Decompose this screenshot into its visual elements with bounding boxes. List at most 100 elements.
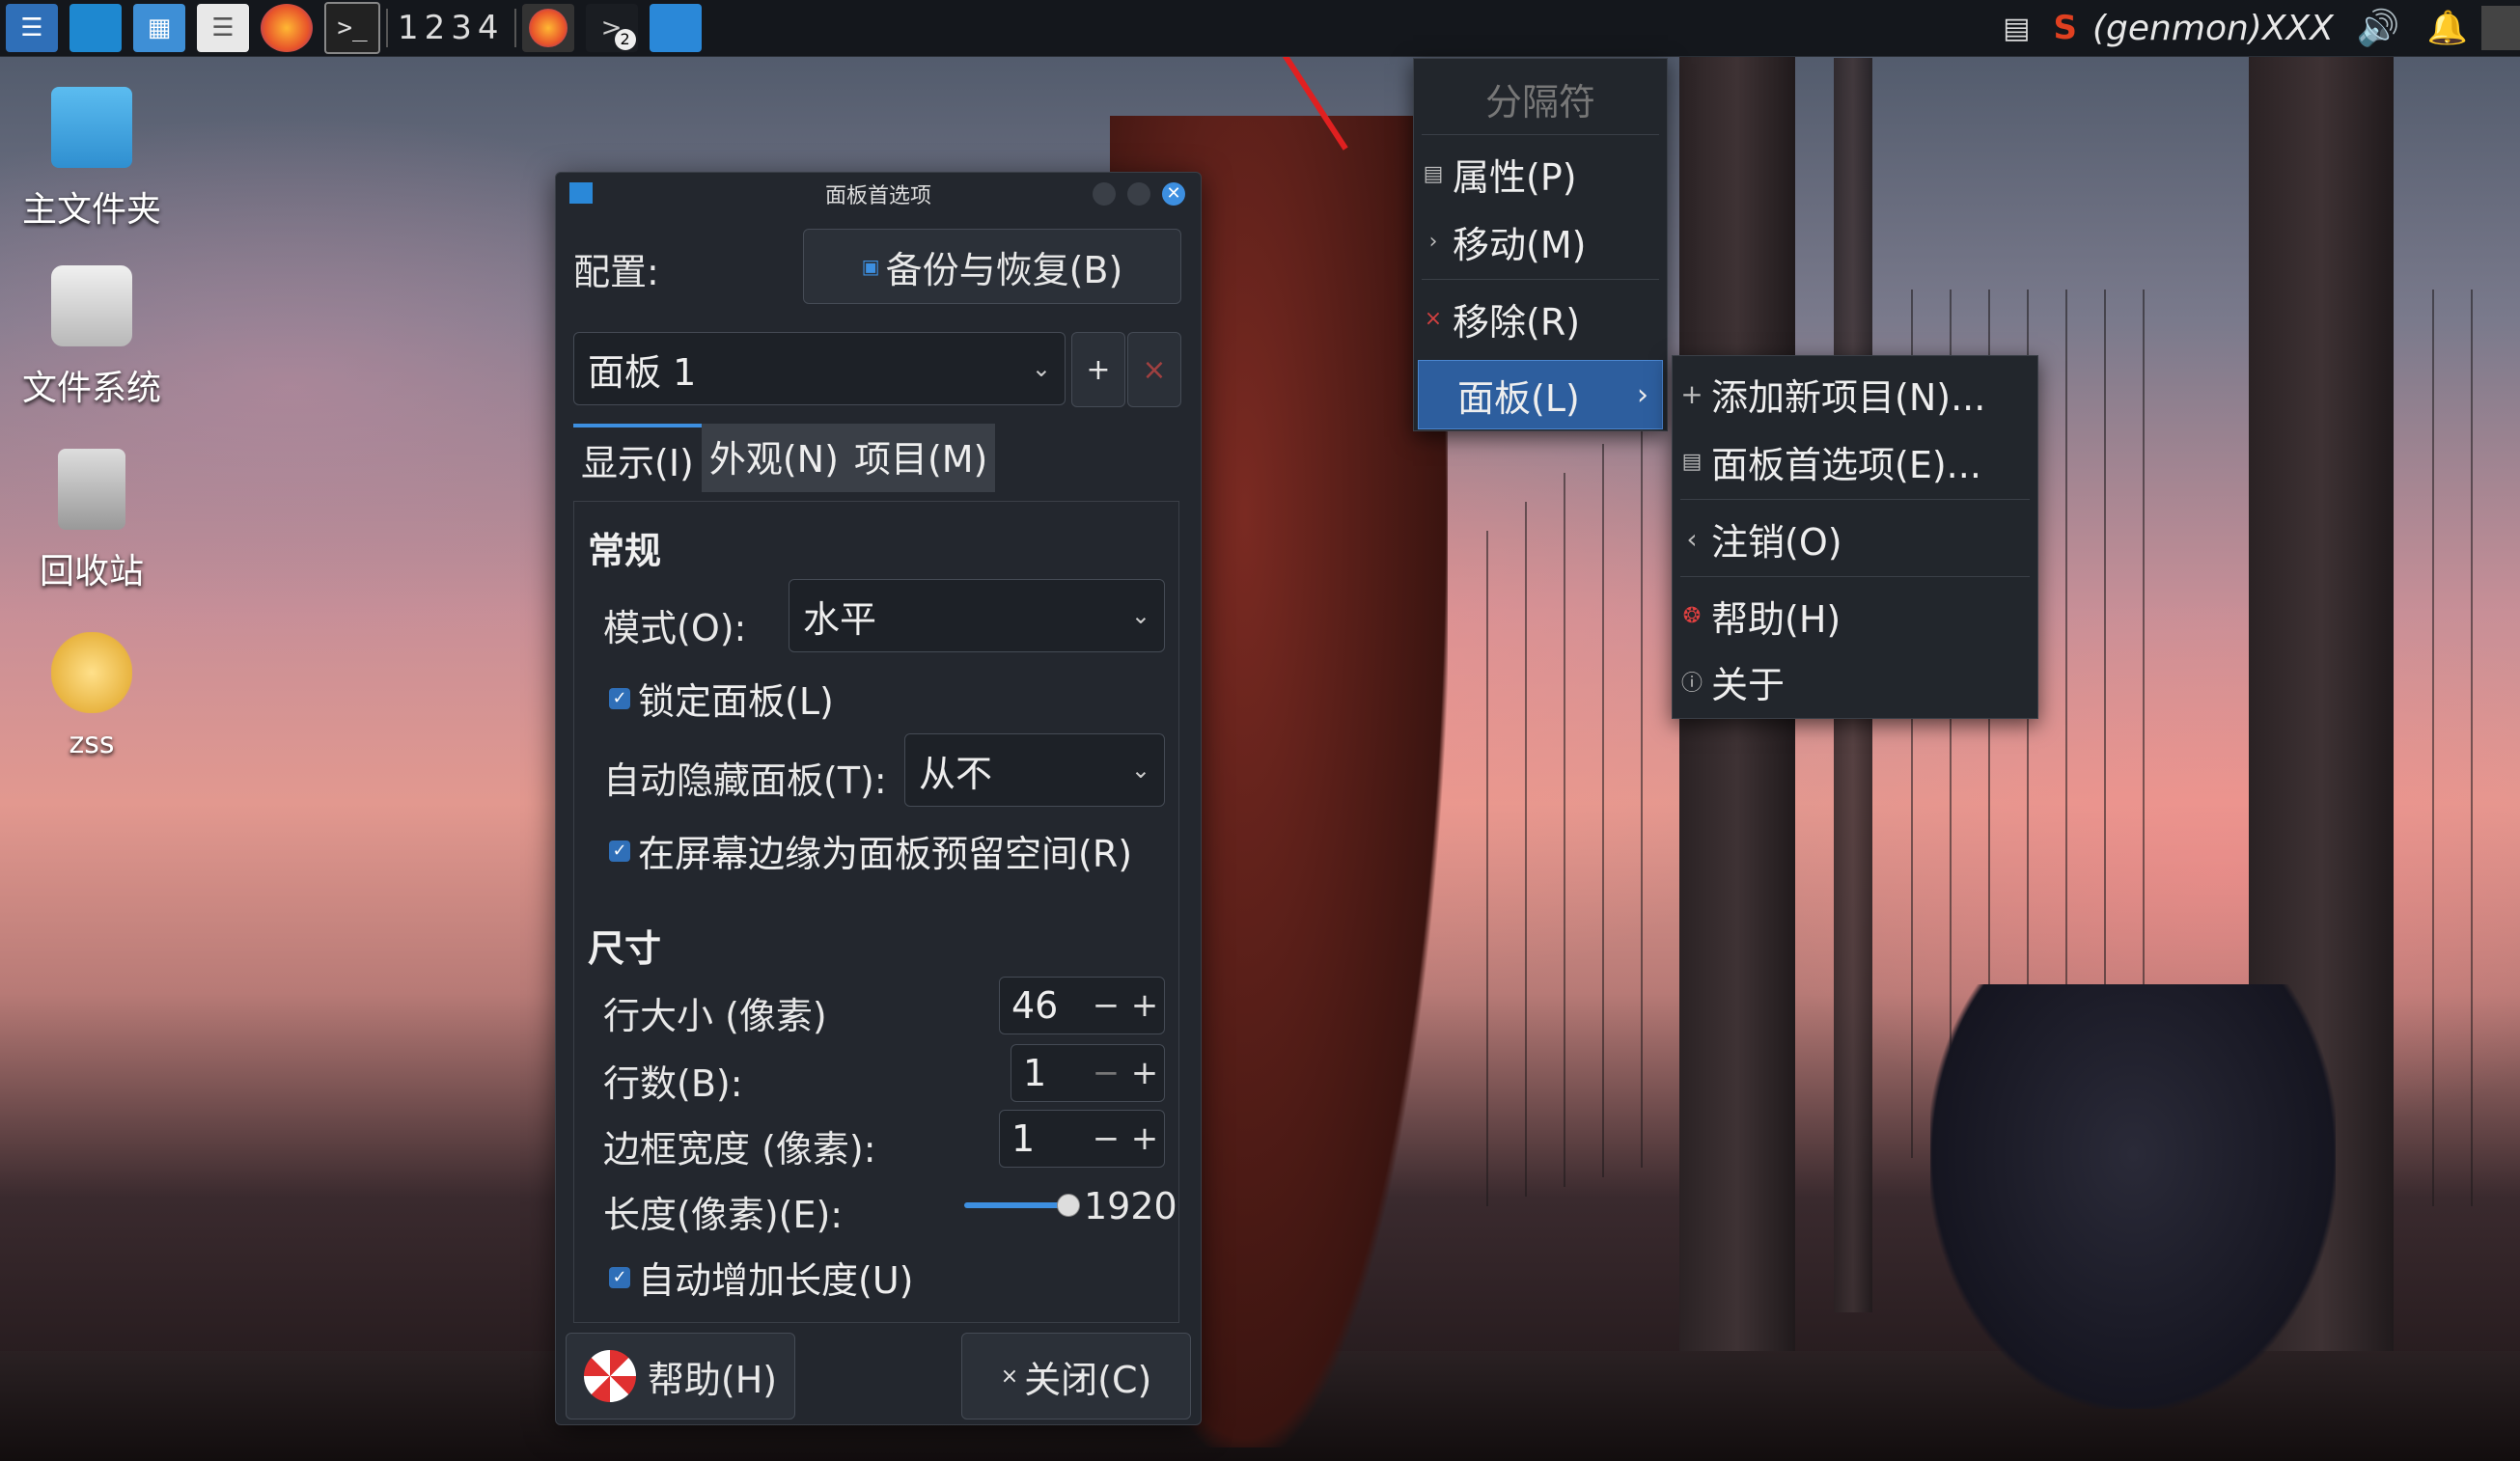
zss-launcher-icon	[51, 632, 132, 713]
trash-icon	[58, 449, 125, 530]
panel-context-menu: 分隔符 ▤ 属性(P) › 移动(M) × 移除(R) 面板(L) ›	[1413, 58, 1668, 431]
display-tab-panel: 常规 模式(O): 水平 ⌄ ✓ 锁定面板(L) 自动隐藏面板(T): 从不 ⌄…	[573, 501, 1179, 1323]
menu-item-move[interactable]: › 移动(M)	[1414, 209, 1667, 273]
autohide-select[interactable]: 从不 ⌄	[904, 733, 1165, 807]
desktop-icon-filesystem[interactable]: 文件系统	[0, 265, 183, 410]
rows-spinner[interactable]: 1 − +	[1011, 1044, 1165, 1102]
lifebuoy-icon	[583, 1350, 636, 1402]
chevron-down-icon: ⌄	[1130, 602, 1150, 629]
add-panel-button[interactable]: +	[1071, 332, 1125, 407]
panel-preferences-dialog: 面板首选项 ✕ 配置: ▣ 备份与恢复(B) 面板 1 ⌄ + × 显示(I) …	[555, 172, 1202, 1425]
submenu-item-help[interactable]: ❂ 帮助(H)	[1673, 584, 2037, 648]
preferences-icon: ▤	[1681, 449, 1703, 474]
tab-appearance[interactable]: 外观(N)	[701, 424, 846, 492]
decrement-button[interactable]: −	[1087, 1054, 1125, 1092]
maximize-button[interactable]	[1127, 182, 1150, 206]
submenu-item-about[interactable]: ⓘ 关于	[1673, 649, 2037, 713]
desktop-icon-zss[interactable]: zss	[0, 632, 183, 760]
menu-divider	[1680, 499, 2030, 500]
backup-restore-button[interactable]: ▣ 备份与恢复(B)	[803, 229, 1181, 304]
auto-length-checkbox[interactable]: ✓ 自动增加长度(U)	[609, 1251, 913, 1304]
firefox-icon[interactable]	[261, 4, 313, 52]
minimize-button[interactable]	[1093, 182, 1116, 206]
input-method-icon[interactable]: S	[2054, 9, 2078, 47]
dialog-titlebar[interactable]: 面板首选项 ✕	[556, 173, 1201, 215]
home-folder-icon	[51, 87, 132, 168]
panel-settings-task-icon[interactable]	[649, 4, 702, 52]
top-taskbar: ☰ ▦ ☰ >_ 1234 >2 ▤ S (genmon)XXX 🔊 🔔	[0, 0, 2520, 57]
close-button[interactable]: × 关闭(C)	[961, 1333, 1191, 1420]
reserve-space-checkbox[interactable]: ✓ 在屏幕边缘为面板预留空间(R)	[609, 824, 1132, 877]
terminal-task-icon[interactable]: >2	[585, 4, 638, 52]
section-size-heading: 尺寸	[588, 927, 662, 970]
menu-divider	[1680, 576, 2030, 577]
mode-label: 模式(O):	[603, 607, 747, 649]
genmon-text[interactable]: (genmon)XXX	[2092, 9, 2334, 48]
display-icon[interactable]: ▤	[2003, 12, 2030, 45]
text-editor-icon[interactable]: ☰	[197, 4, 249, 52]
submenu-item-preferences[interactable]: ▤ 面板首选项(E)...	[1673, 429, 2037, 493]
lock-panel-checkbox[interactable]: ✓ 锁定面板(L)	[609, 672, 834, 725]
slider-handle[interactable]	[1057, 1194, 1080, 1217]
menu-divider	[1422, 134, 1659, 135]
submenu-item-add-new[interactable]: + 添加新项目(N)...	[1673, 362, 2037, 426]
increment-button[interactable]: +	[1125, 1054, 1164, 1092]
task-count-badge: 2	[614, 29, 636, 50]
tab-items[interactable]: 项目(M)	[845, 424, 996, 492]
checkbox-checked-icon: ✓	[609, 1266, 630, 1288]
length-label: 长度(像素)(E):	[603, 1194, 844, 1236]
length-slider[interactable]	[964, 1194, 1080, 1217]
close-window-button[interactable]: ✕	[1162, 182, 1185, 206]
workspace-switcher[interactable]: 1234	[386, 9, 516, 47]
filesystem-drive-icon	[51, 265, 132, 346]
autohide-label: 自动隐藏面板(T):	[603, 759, 887, 802]
plus-icon: +	[1680, 377, 1703, 410]
file-manager-icon[interactable]: ▦	[133, 4, 185, 52]
row-size-spinner[interactable]: 46 − +	[999, 977, 1165, 1034]
notification-bell-icon[interactable]: 🔔	[2427, 9, 2468, 47]
row-size-label: 行大小 (像素)	[603, 995, 827, 1037]
help-button[interactable]: 帮助(H)	[566, 1333, 795, 1420]
menu-item-panel[interactable]: 面板(L) ›	[1418, 360, 1663, 429]
panel-select[interactable]: 面板 1 ⌄	[573, 332, 1066, 405]
decrement-button[interactable]: −	[1087, 1119, 1125, 1158]
desktop-icon[interactable]	[69, 4, 122, 52]
terminal-icon[interactable]: >_	[324, 2, 380, 54]
menu-divider	[1422, 279, 1659, 280]
menu-header-separator: 分隔符	[1484, 80, 1595, 124]
remove-x-icon: ×	[1424, 306, 1443, 331]
border-width-label: 边框宽度 (像素):	[603, 1128, 876, 1171]
volume-icon[interactable]: 🔊	[2357, 8, 2400, 48]
info-icon: ⓘ	[1680, 672, 1703, 696]
panel-submenu: + 添加新项目(N)... ▤ 面板首选项(E)... ‹ 注销(O) ❂ 帮助…	[1672, 355, 2038, 719]
help-lifebuoy-icon: ❂	[1682, 603, 1702, 628]
power-icon[interactable]	[2481, 6, 2520, 50]
checkbox-checked-icon: ✓	[609, 687, 630, 709]
chevron-down-icon: ⌄	[1031, 355, 1051, 382]
background-figure-boy	[1930, 984, 2336, 1409]
system-tray: ▤ S (genmon)XXX 🔊 🔔	[1985, 0, 2520, 56]
section-general-heading: 常规	[588, 530, 662, 572]
mode-select[interactable]: 水平 ⌄	[789, 579, 1165, 652]
chevron-down-icon: ⌄	[1130, 757, 1150, 784]
move-chevron-icon: ›	[1428, 229, 1438, 254]
remove-panel-button[interactable]: ×	[1127, 332, 1181, 407]
rows-label: 行数(B):	[603, 1062, 743, 1105]
decrement-button[interactable]: −	[1087, 986, 1125, 1025]
desktop-icon-trash[interactable]: 回收站	[0, 449, 183, 593]
increment-button[interactable]: +	[1125, 1119, 1164, 1158]
length-value: 1920	[1084, 1185, 1177, 1227]
submenu-chevron-icon: ›	[1637, 377, 1648, 412]
config-label: 配置:	[573, 251, 659, 293]
firefox-task-icon[interactable]	[521, 4, 574, 52]
desktop-icon-home[interactable]: 主文件夹	[0, 87, 183, 232]
backup-icon: ▣	[861, 255, 880, 278]
tab-display[interactable]: 显示(I)	[573, 424, 702, 492]
submenu-item-logout[interactable]: ‹ 注销(O)	[1673, 507, 2037, 570]
menu-item-properties[interactable]: ▤ 属性(P)	[1414, 142, 1667, 206]
menu-item-remove[interactable]: × 移除(R)	[1414, 287, 1667, 350]
app-menu-icon[interactable]: ☰	[6, 4, 58, 52]
increment-button[interactable]: +	[1125, 986, 1164, 1025]
close-icon: ×	[1000, 1364, 1019, 1389]
border-width-spinner[interactable]: 1 − +	[999, 1110, 1165, 1168]
